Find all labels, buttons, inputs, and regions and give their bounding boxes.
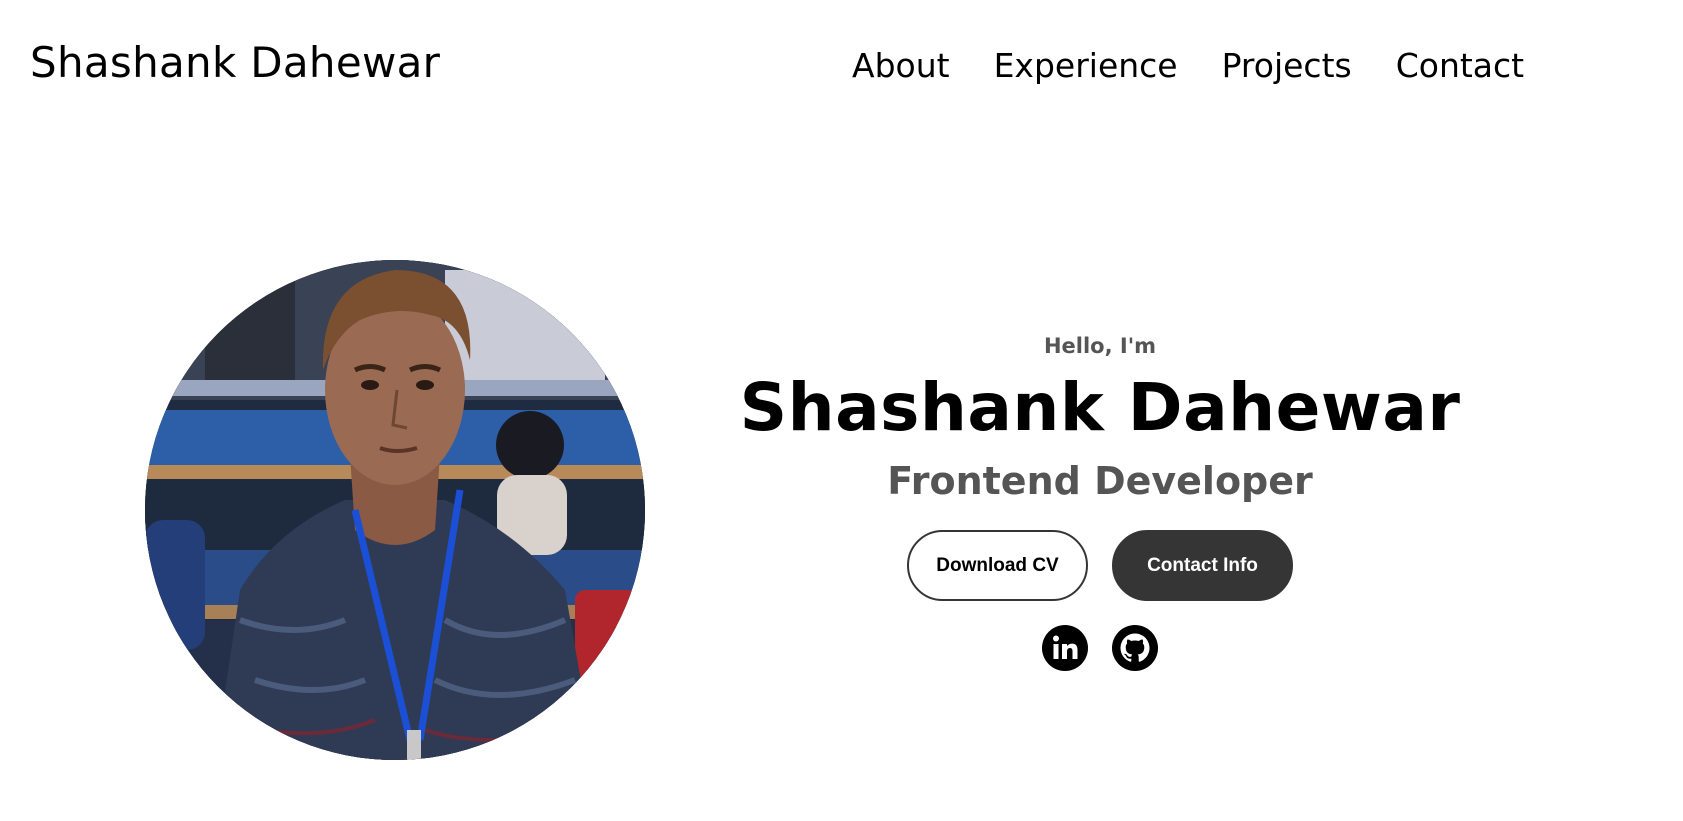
github-icon[interactable] — [1112, 625, 1158, 672]
site-logo-text[interactable]: Shashank Dahewar — [30, 38, 440, 87]
contact-info-button[interactable]: Contact Info — [1112, 530, 1293, 602]
main-nav: About Experience Projects Contact — [852, 46, 1524, 85]
nav-link-about[interactable]: About — [852, 46, 950, 85]
profile-picture — [145, 260, 645, 760]
social-links — [700, 625, 1500, 672]
nav-item-contact: Contact — [1396, 46, 1524, 85]
greeting-text: Hello, I'm — [1043, 334, 1157, 358]
hero-buttons: Download CV Contact Info — [700, 530, 1500, 602]
portfolio-page: Shashank Dahewar About Experience Projec… — [0, 0, 1683, 821]
nav-link-contact[interactable]: Contact — [1396, 46, 1524, 85]
nav-item-projects: Projects — [1222, 46, 1352, 85]
hero-title: Frontend Developer — [887, 458, 1313, 503]
nav-link-experience[interactable]: Experience — [994, 46, 1178, 85]
hero-name: Shashank Dahewar — [739, 369, 1461, 446]
download-cv-button[interactable]: Download CV — [907, 530, 1088, 602]
nav-item-experience: Experience — [994, 46, 1178, 85]
nav-item-about: About — [852, 46, 950, 85]
profile-photo-illustration — [145, 260, 645, 760]
nav-link-projects[interactable]: Projects — [1222, 46, 1352, 85]
hero-section: Hello, I'm Shashank Dahewar Frontend Dev… — [700, 334, 1500, 672]
linkedin-icon[interactable] — [1042, 625, 1088, 672]
